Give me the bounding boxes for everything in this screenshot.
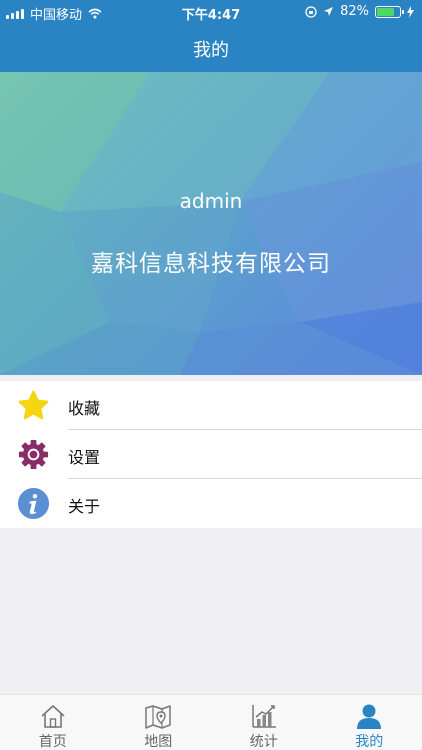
settings-menu: 收藏 设置 关于 [0,381,422,528]
menu-item-settings[interactable]: 设置 [0,430,422,479]
menu-label-settings: 设置 [68,448,101,467]
banner-background [0,72,422,375]
lock-rotation-icon [305,5,317,18]
gear-icon [18,439,49,470]
menu-item-favorites[interactable]: 收藏 [0,381,422,430]
battery-icon [375,5,404,18]
tab-map[interactable]: 地图 [106,695,212,750]
tab-label: 我的 [355,734,384,750]
top-bar: 中国移动 下午4:47 82% 我的 [0,0,422,72]
tab-statistics[interactable]: 统计 [211,695,317,750]
tab-bar: 首页 地图 统计 我的 [0,694,422,750]
charging-icon [407,5,414,18]
tab-home[interactable]: 首页 [0,695,106,750]
company-name: 嘉科信息科技有限公司 [91,251,331,277]
map-icon [145,705,171,729]
status-bar: 中国移动 下午4:47 82% [0,0,422,24]
tab-profile[interactable]: 我的 [317,695,422,750]
location-icon [324,7,334,16]
tab-label: 首页 [38,734,67,750]
menu-item-about[interactable]: 关于 [0,479,422,528]
menu-label-favorites: 收藏 [68,399,101,418]
username: admin [179,189,243,213]
battery-percent: 82% [340,4,369,19]
star-icon [18,390,49,420]
menu-label-about: 关于 [68,497,101,516]
home-icon [41,705,65,728]
tab-label: 统计 [249,734,278,750]
tab-label: 地图 [144,734,173,750]
person-icon [357,704,382,729]
page-title: 我的 [193,40,229,61]
info-icon [17,487,50,520]
profile-banner: admin 嘉科信息科技有限公司 [0,72,422,375]
chart-icon [252,705,276,728]
